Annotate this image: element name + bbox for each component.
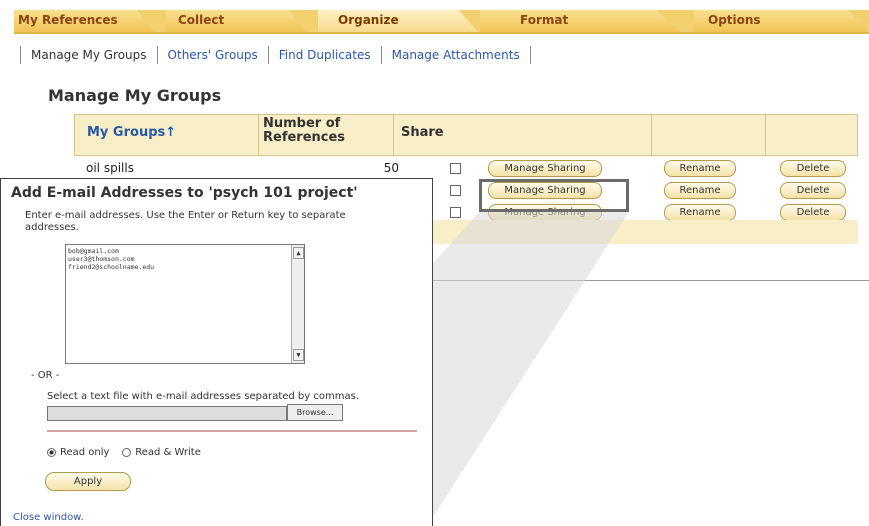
select-file-label: Select a text file with e-mail addresses… [47, 391, 359, 402]
share-checkbox[interactable] [450, 163, 461, 174]
share-checkbox[interactable] [450, 185, 461, 196]
table-row: oil spills 50 Manage Sharing Rename Dele… [74, 158, 858, 180]
radio-read-write[interactable] [122, 447, 132, 457]
tab-organize[interactable]: Organize [334, 10, 399, 32]
delete-button[interactable]: Delete [780, 204, 846, 221]
permission-radios: Read only Read & Write [47, 447, 201, 458]
sub-tab-bar: Manage My Groups Others' Groups Find Dup… [20, 44, 531, 66]
radio-read-only[interactable] [47, 447, 56, 457]
add-email-dialog: Add E-mail Addresses to 'psych 101 proje… [0, 178, 433, 526]
tab-options[interactable]: Options [704, 10, 761, 32]
email-line: user3@thomson.com [68, 255, 135, 263]
rename-button[interactable]: Rename [664, 160, 736, 177]
delete-button[interactable]: Delete [780, 182, 846, 199]
browse-button[interactable]: Browse... [287, 404, 343, 421]
highlight-frame [479, 179, 629, 212]
apply-button[interactable]: Apply [45, 472, 131, 491]
file-path-input[interactable] [47, 406, 287, 421]
col-number-of-references: Number of References [263, 116, 346, 145]
subtab-find-duplicates[interactable]: Find Duplicates [269, 46, 382, 64]
radio-read-write-label: Read & Write [135, 447, 201, 458]
email-line: friend2@schoolname.edu [68, 263, 155, 271]
col-share: Share [401, 125, 444, 140]
tab-my-references[interactable]: My References [14, 10, 118, 32]
share-checkbox[interactable] [450, 207, 461, 218]
subtab-others-groups[interactable]: Others' Groups [158, 46, 269, 64]
tab-format[interactable]: Format [516, 10, 568, 32]
scroll-down-icon[interactable]: ▼ [293, 349, 304, 361]
page-title: Manage My Groups [48, 86, 222, 105]
delete-button[interactable]: Delete [780, 160, 846, 177]
radio-read-only-label: Read only [60, 447, 110, 458]
col-my-groups[interactable]: My Groups↑ [87, 125, 176, 140]
scroll-up-icon[interactable]: ▲ [293, 247, 304, 259]
textarea-scrollbar[interactable]: ▲ ▼ [291, 245, 304, 363]
rename-button[interactable]: Rename [664, 204, 736, 221]
divider [47, 430, 417, 432]
dialog-description: Enter e-mail addresses. Use the Enter or… [25, 210, 346, 233]
or-separator: - OR - [31, 370, 60, 381]
rename-button[interactable]: Rename [664, 182, 736, 199]
group-name[interactable]: oil spills [86, 161, 134, 175]
email-textarea[interactable]: bob@gmail.com user3@thomson.com friend2@… [65, 244, 305, 364]
groups-table: My Groups↑ Number of References Share oi… [74, 114, 858, 244]
tab-collect[interactable]: Collect [174, 10, 224, 32]
subtab-manage-my-groups[interactable]: Manage My Groups [20, 46, 158, 64]
subtab-manage-attachments[interactable]: Manage Attachments [382, 46, 531, 64]
top-tab-bar: My References Collect Organize Format Op… [14, 10, 869, 34]
close-window-link[interactable]: Close window. [13, 512, 84, 523]
manage-sharing-button[interactable]: Manage Sharing [488, 160, 602, 177]
table-header: My Groups↑ Number of References Share [74, 114, 858, 156]
dialog-title: Add E-mail Addresses to 'psych 101 proje… [11, 185, 358, 201]
group-count: 50 [383, 161, 399, 175]
email-line: bob@gmail.com [68, 247, 119, 255]
